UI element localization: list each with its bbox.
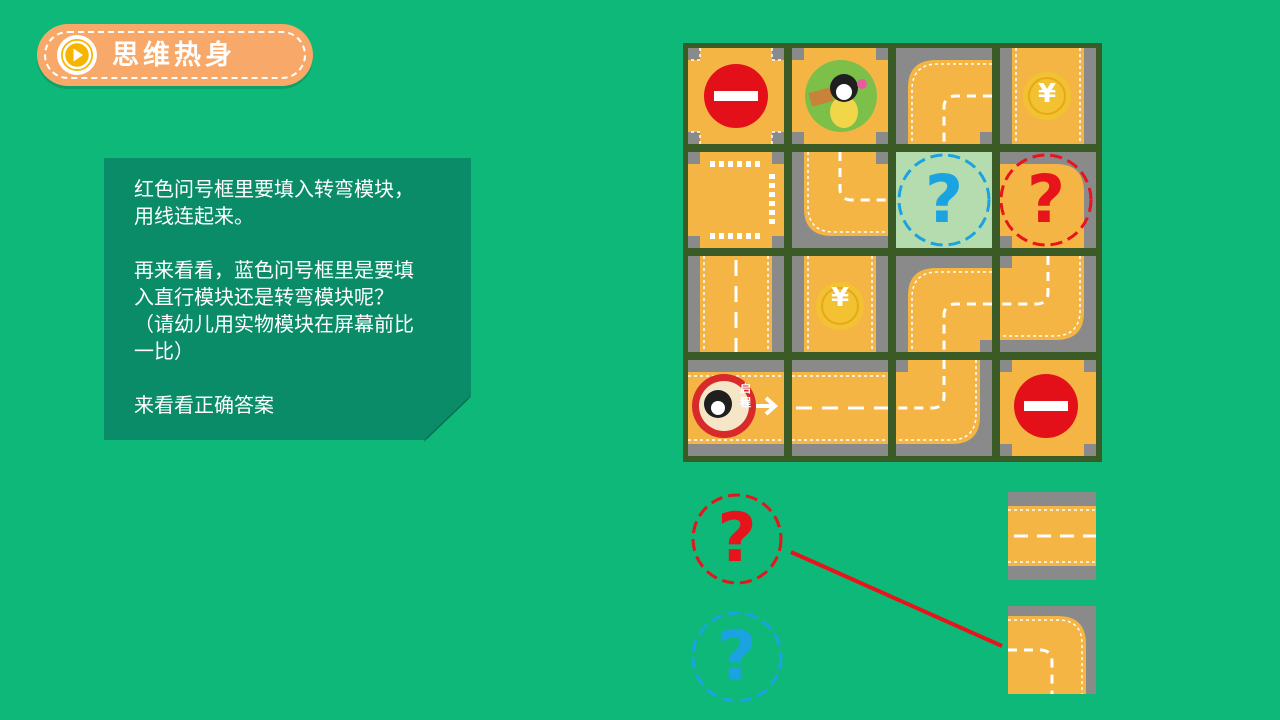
answer-connector-line [790,550,1003,648]
